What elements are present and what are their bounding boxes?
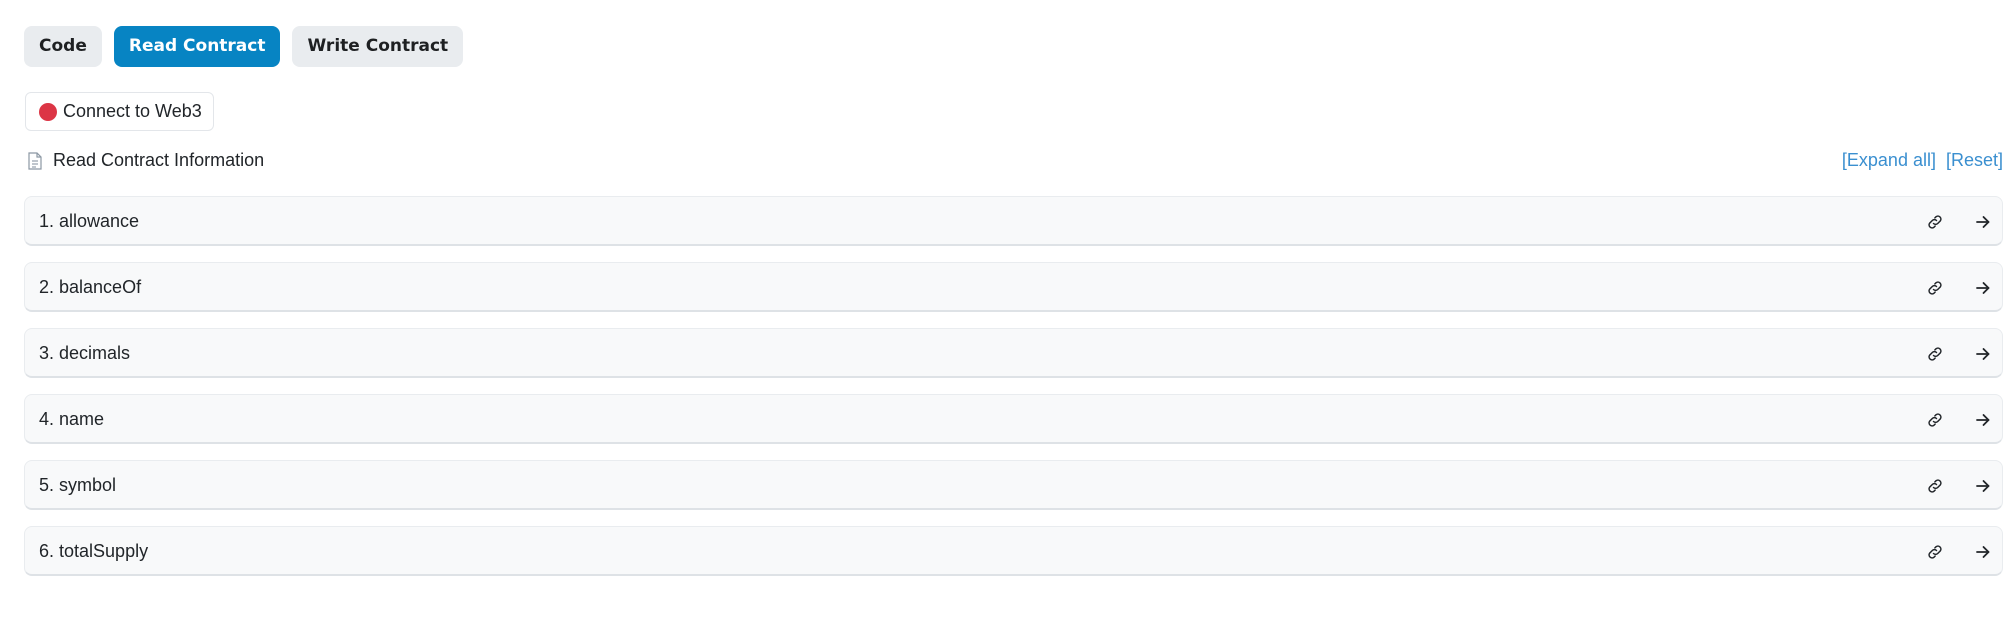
read-contract-header: Read Contract Information [Expand all] […	[28, 150, 2003, 176]
function-row-name[interactable]: 4. name	[24, 394, 2003, 444]
function-label: 3. decimals	[39, 343, 131, 363]
connect-web3-button[interactable]: Connect to Web3	[25, 92, 214, 131]
connection-status-dot-icon	[39, 102, 57, 121]
function-label: 4. name	[39, 409, 105, 429]
arrow-right-icon[interactable]	[1974, 279, 1992, 297]
tab-code[interactable]: Code	[24, 26, 102, 67]
link-icon[interactable]	[1926, 411, 1944, 429]
read-contract-actions: [Expand all] [Reset]	[1842, 150, 2003, 171]
arrow-right-icon[interactable]	[1974, 213, 1992, 231]
link-icon[interactable]	[1926, 279, 1944, 297]
function-row-symbol[interactable]: 5. symbol	[24, 460, 2003, 510]
link-icon[interactable]	[1926, 345, 1944, 363]
link-icon[interactable]	[1926, 213, 1944, 231]
connect-web3-label: Connect to Web3	[63, 101, 202, 121]
read-contract-title-group: Read Contract Information	[28, 150, 264, 171]
arrow-right-icon[interactable]	[1974, 543, 1992, 561]
function-row-decimals[interactable]: 3. decimals	[24, 328, 2003, 378]
function-row-allowance[interactable]: 1. allowance	[24, 196, 2003, 246]
tab-read-contract[interactable]: Read Contract	[113, 26, 281, 67]
link-icon[interactable]	[1926, 477, 1944, 495]
read-contract-title: Read Contract Information	[53, 150, 265, 170]
function-row-balanceof[interactable]: 2. balanceOf	[24, 262, 2003, 312]
arrow-right-icon[interactable]	[1974, 477, 1992, 495]
expand-all-link[interactable]: [Expand all]	[1842, 150, 1936, 171]
function-label: 1. allowance	[39, 211, 140, 231]
function-label: 2. balanceOf	[39, 277, 142, 297]
document-icon	[28, 151, 42, 170]
reset-link[interactable]: [Reset]	[1946, 150, 2003, 171]
tab-write-contract[interactable]: Write Contract	[292, 26, 464, 67]
function-row-totalsupply[interactable]: 6. totalSupply	[24, 526, 2003, 576]
function-label: 6. totalSupply	[39, 541, 149, 561]
link-icon[interactable]	[1926, 543, 1944, 561]
function-label: 5. symbol	[39, 475, 117, 495]
contract-tabs: Code Read Contract Write Contract	[24, 26, 464, 67]
read-contract-page: Code Read Contract Write Contract Connec…	[0, 0, 2009, 620]
arrow-right-icon[interactable]	[1974, 345, 1992, 363]
arrow-right-icon[interactable]	[1974, 411, 1992, 429]
function-list: 1. allowance 2. balanceOf 3. decimals 4.…	[24, 196, 2003, 592]
